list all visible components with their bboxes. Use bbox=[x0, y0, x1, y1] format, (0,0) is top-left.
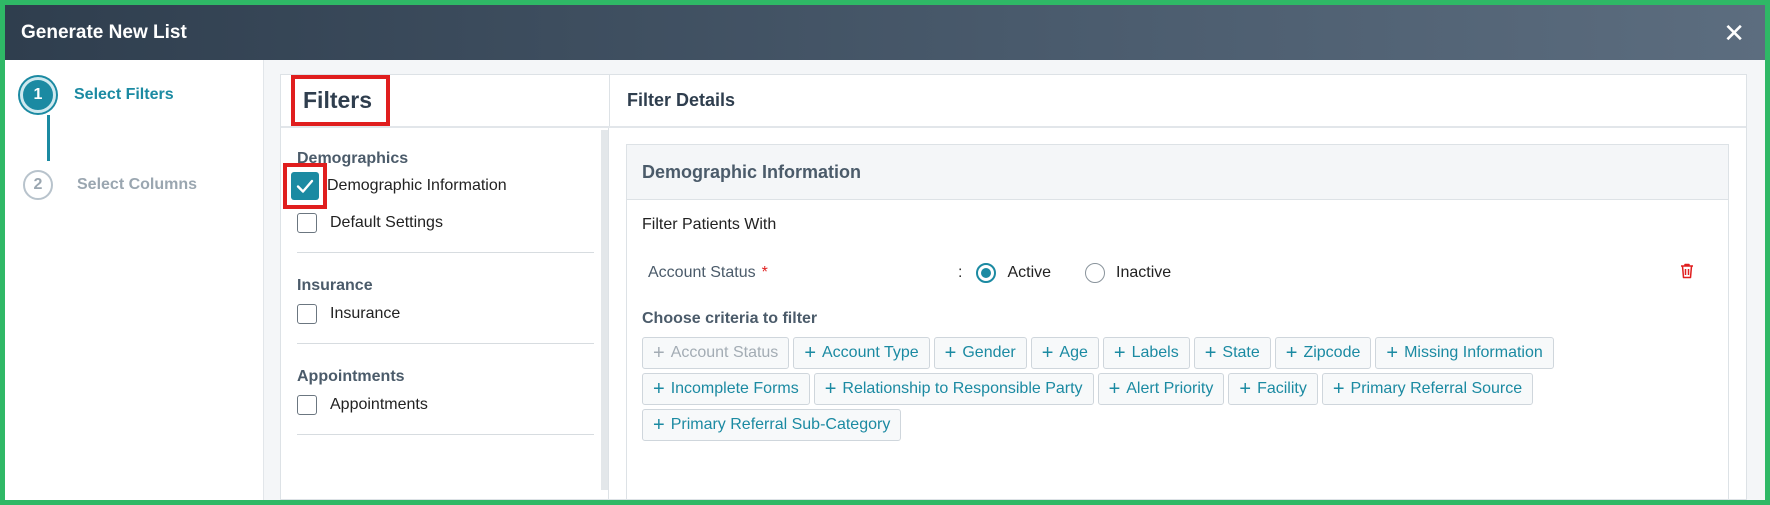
plus-icon: + bbox=[1204, 342, 1217, 364]
step-connector bbox=[47, 115, 50, 161]
criteria-chip-incomplete-forms[interactable]: + Incomplete Forms bbox=[642, 373, 810, 405]
plus-icon: + bbox=[804, 342, 816, 364]
plus-icon: + bbox=[1041, 342, 1054, 364]
radio-label-inactive[interactable]: Inactive bbox=[1116, 264, 1171, 282]
chip-label: Missing Information bbox=[1404, 344, 1543, 361]
criteria-chip-zipcode[interactable]: + Zipcode bbox=[1274, 337, 1372, 369]
modal-header: Generate New List ✕ bbox=[5, 5, 1765, 60]
group-title-insurance: Insurance bbox=[297, 277, 373, 294]
plus-icon: + bbox=[653, 378, 665, 400]
plus-icon: + bbox=[1239, 378, 1252, 400]
plus-icon: + bbox=[1332, 378, 1345, 400]
plus-icon: + bbox=[653, 414, 665, 436]
criteria-chip-gender[interactable]: + Gender bbox=[933, 337, 1027, 369]
modal-title: Generate New List bbox=[21, 21, 187, 43]
divider bbox=[297, 343, 594, 344]
chip-label: Incomplete Forms bbox=[670, 380, 799, 397]
colon: : bbox=[958, 264, 963, 281]
plus-icon: + bbox=[653, 342, 665, 364]
plus-icon: + bbox=[1386, 342, 1399, 364]
chip-label: Relationship to Responsible Party bbox=[842, 380, 1083, 397]
step-number: 1 bbox=[20, 77, 56, 113]
divider bbox=[297, 434, 594, 435]
trash-icon[interactable] bbox=[1679, 262, 1695, 284]
criteria-chip-facility[interactable]: + Facility bbox=[1228, 373, 1318, 405]
criteria-chip-state[interactable]: + State bbox=[1193, 337, 1271, 369]
plus-icon: + bbox=[1108, 378, 1121, 400]
chip-label: Alert Priority bbox=[1126, 380, 1214, 397]
filter-details-heading: Filter Details bbox=[627, 90, 736, 110]
criteria-chip-alert-priority[interactable]: + Alert Priority bbox=[1097, 373, 1225, 405]
filter-demographic-information[interactable]: Demographic Information bbox=[283, 163, 608, 209]
stepper: 1 Select Filters 2 Select Columns bbox=[5, 60, 264, 500]
step-label: Select Columns bbox=[77, 176, 198, 193]
generate-list-modal: Generate New List ✕ 1 Select Filters 2 S… bbox=[5, 5, 1765, 500]
account-status-row: Account Status * : Active Inactive bbox=[642, 258, 1713, 288]
criteria-chip-relationship-to-responsible-party[interactable]: + Relationship to Responsible Party bbox=[813, 373, 1094, 405]
criteria-chip-primary-referral-sub-category[interactable]: + Primary Referral Sub-Category bbox=[642, 409, 902, 441]
checkbox[interactable] bbox=[297, 395, 317, 415]
filter-label: Default Settings bbox=[330, 214, 443, 231]
filter-details: Demographic Information Filter Patients … bbox=[609, 128, 1746, 500]
checkmark-icon bbox=[296, 179, 314, 193]
filter-patients-with-label: Filter Patients With bbox=[642, 216, 777, 233]
chip-label: Age bbox=[1059, 344, 1088, 361]
filter-insurance[interactable]: Insurance bbox=[297, 295, 608, 333]
account-status-label: Account Status * bbox=[648, 264, 768, 281]
criteria-chip-labels[interactable]: + Labels bbox=[1102, 337, 1190, 369]
criteria-chip-primary-referral-source[interactable]: + Primary Referral Source bbox=[1321, 373, 1534, 405]
filter-appointments[interactable]: Appointments bbox=[297, 386, 608, 424]
group-title-demographics: Demographics bbox=[297, 150, 409, 167]
checkbox-checked[interactable] bbox=[283, 163, 327, 209]
plus-icon: + bbox=[824, 378, 837, 400]
chip-label: State bbox=[1222, 344, 1260, 361]
close-icon[interactable]: ✕ bbox=[1723, 20, 1745, 46]
chip-label: Gender bbox=[962, 344, 1016, 361]
divider bbox=[297, 252, 594, 253]
plus-icon: + bbox=[1285, 342, 1298, 364]
radio-active[interactable] bbox=[976, 263, 997, 283]
step-select-filters[interactable]: 1 Select Filters bbox=[20, 77, 174, 113]
step-select-columns[interactable]: 2 Select Columns bbox=[23, 170, 197, 200]
filter-default-settings[interactable]: Default Settings bbox=[297, 204, 608, 242]
criteria-chip-account-type[interactable]: + Account Type bbox=[793, 337, 930, 369]
demographic-information-card: Demographic Information Filter Patients … bbox=[626, 144, 1729, 500]
scrollbar[interactable] bbox=[601, 130, 608, 490]
criteria-chip-account-status[interactable]: + Account Status bbox=[642, 337, 790, 369]
filter-label: Appointments bbox=[330, 396, 428, 413]
checkbox[interactable] bbox=[297, 213, 317, 233]
criteria-chip-age[interactable]: + Age bbox=[1030, 337, 1099, 369]
group-title-appointments: Appointments bbox=[297, 368, 405, 385]
step-label: Select Filters bbox=[74, 86, 174, 103]
filters-panel: Filters Filter Details Demographics Demo… bbox=[280, 74, 1747, 500]
filters-heading: Filters bbox=[291, 75, 391, 126]
chip-label: Primary Referral Sub-Category bbox=[670, 416, 891, 433]
checkbox[interactable] bbox=[297, 304, 317, 324]
required-mark: * bbox=[761, 264, 768, 281]
chip-label: Primary Referral Source bbox=[1350, 380, 1523, 397]
radio-inactive[interactable] bbox=[1085, 263, 1106, 283]
chip-label: Labels bbox=[1131, 344, 1179, 361]
step-number: 2 bbox=[23, 170, 53, 200]
filter-label: Insurance bbox=[330, 305, 401, 322]
chip-label: Facility bbox=[1257, 380, 1307, 397]
radio-label-active[interactable]: Active bbox=[1007, 264, 1051, 282]
chip-label: Account Type bbox=[822, 344, 919, 361]
card-title: Demographic Information bbox=[627, 145, 1728, 200]
chip-label: Zipcode bbox=[1303, 344, 1361, 361]
criteria-title: Choose criteria to filter bbox=[642, 310, 818, 327]
filters-list: Demographics Demographic Information Def… bbox=[281, 128, 609, 500]
plus-icon: + bbox=[1113, 342, 1126, 364]
criteria-chips: + Account Status + Account Type + Gender + Age +… bbox=[642, 337, 1642, 445]
plus-icon: + bbox=[944, 342, 957, 364]
criteria-chip-missing-information[interactable]: + Missing Information bbox=[1375, 337, 1554, 369]
chip-label: Account Status bbox=[670, 344, 779, 361]
filter-label: Demographic Information bbox=[327, 177, 507, 194]
